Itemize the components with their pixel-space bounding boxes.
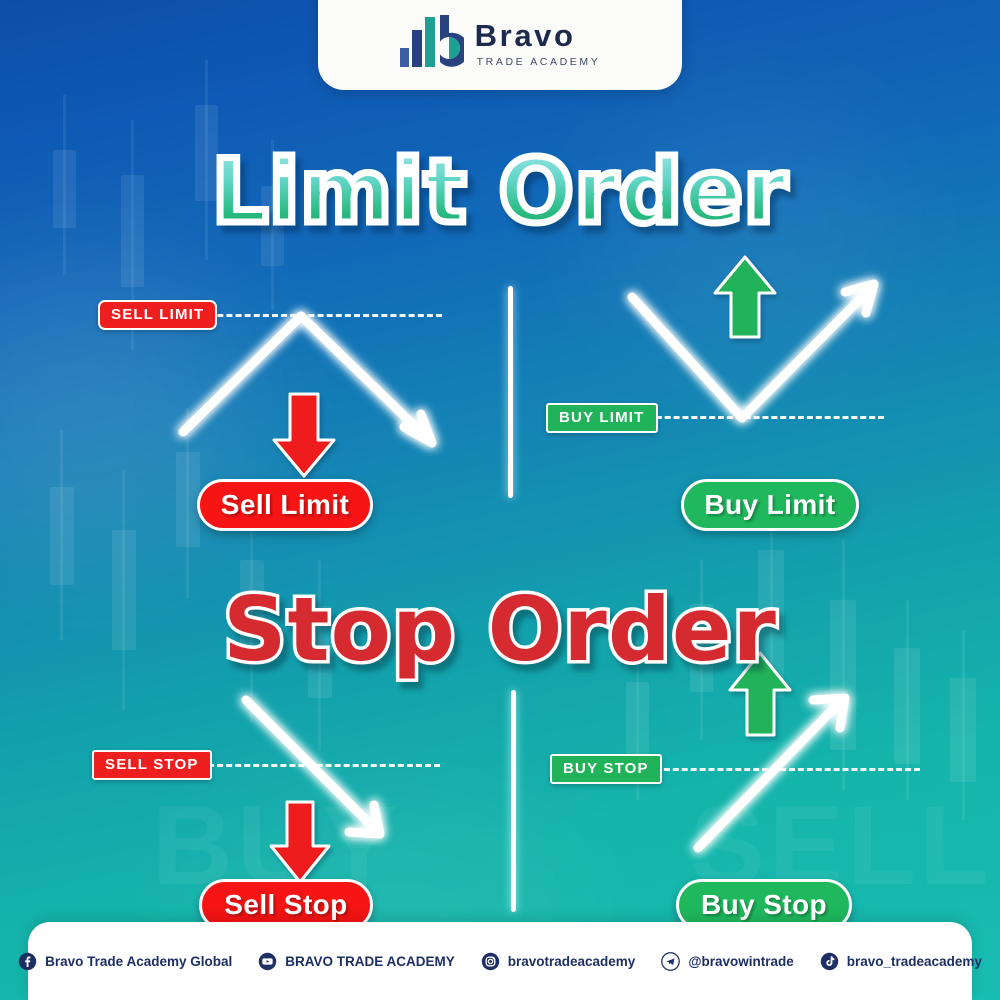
divider-limit-section <box>508 286 513 498</box>
tiktok-icon <box>820 952 838 970</box>
social-handle-facebook: Bravo Trade Academy Global <box>45 953 233 969</box>
path-sell-limit <box>178 311 437 448</box>
instagram-icon <box>481 952 499 970</box>
badge-sell-limit: SELL LIMIT <box>98 300 218 330</box>
social-link-telegram[interactable]: @bravowintrade <box>661 951 794 971</box>
poster-canvas: BUY SELL Bravo TRADE ACADEMY Limit Order… <box>0 0 1000 1000</box>
brand-logo-card: Bravo TRADE ACADEMY <box>318 0 682 90</box>
buy-limit-button[interactable]: Buy Limit <box>681 479 859 531</box>
badge-buy-stop: BUY STOP <box>550 754 662 784</box>
badge-sell-stop: SELL STOP <box>92 750 212 780</box>
section-title-stop-order: Stop Order <box>0 575 1000 685</box>
badge-sell-stop-label: SELL STOP <box>105 756 199 773</box>
sell-limit-button-label: Sell Limit <box>220 489 350 520</box>
social-handle-youtube: BRAVO TRADE ACADEMY <box>285 953 455 969</box>
bravo-bar-logo-icon <box>399 15 469 72</box>
direction-arrow-buy-limit <box>713 255 777 339</box>
social-handle-telegram: @bravowintrade <box>688 953 794 969</box>
stop-order-text: Stop Order <box>220 575 780 685</box>
brand-tagline: TRADE ACADEMY <box>476 55 601 68</box>
direction-arrow-sell-limit <box>272 392 336 478</box>
brand-name: Bravo <box>474 17 576 53</box>
path-sell-stop <box>241 695 385 839</box>
social-handle-tiktok: bravo_tradeacademy <box>846 953 982 969</box>
facebook-icon <box>18 952 37 970</box>
social-handle-instagram: bravotradeacademy <box>507 953 636 969</box>
buy-stop-button-label: Buy Stop <box>700 889 828 920</box>
telegram-icon <box>661 951 681 971</box>
direction-arrow-sell-stop <box>269 800 331 884</box>
buy-limit-button-label: Buy Limit <box>704 489 836 520</box>
price-line-buy-limit <box>638 416 884 419</box>
social-link-instagram[interactable]: bravotradeacademy <box>481 952 636 971</box>
social-link-tiktok[interactable]: bravo_tradeacademy <box>820 952 982 971</box>
badge-sell-limit-label: SELL LIMIT <box>111 306 205 323</box>
divider-stop-section <box>511 690 516 912</box>
badge-buy-stop-label: BUY STOP <box>563 760 649 777</box>
badge-buy-limit-label: BUY LIMIT <box>559 409 645 426</box>
price-line-buy-stop <box>646 768 920 771</box>
limit-order-text: Limit Order <box>208 137 790 247</box>
section-title-limit-order: Limit Order <box>0 137 1000 247</box>
footer-social-bar: Bravo Trade Academy Global BRAVO TRADE A… <box>18 922 982 1000</box>
social-link-facebook[interactable]: Bravo Trade Academy Global <box>18 952 232 971</box>
social-link-youtube[interactable]: BRAVO TRADE ACADEMY <box>258 952 455 971</box>
youtube-icon <box>259 952 277 970</box>
sell-stop-button-label: Sell Stop <box>224 889 348 920</box>
path-buy-limit <box>627 279 879 423</box>
price-line-sell-stop <box>190 764 440 767</box>
badge-buy-limit: BUY LIMIT <box>546 403 658 433</box>
path-buy-stop <box>693 693 850 853</box>
price-line-sell-limit <box>190 314 442 317</box>
sell-limit-button[interactable]: Sell Limit <box>197 479 373 531</box>
